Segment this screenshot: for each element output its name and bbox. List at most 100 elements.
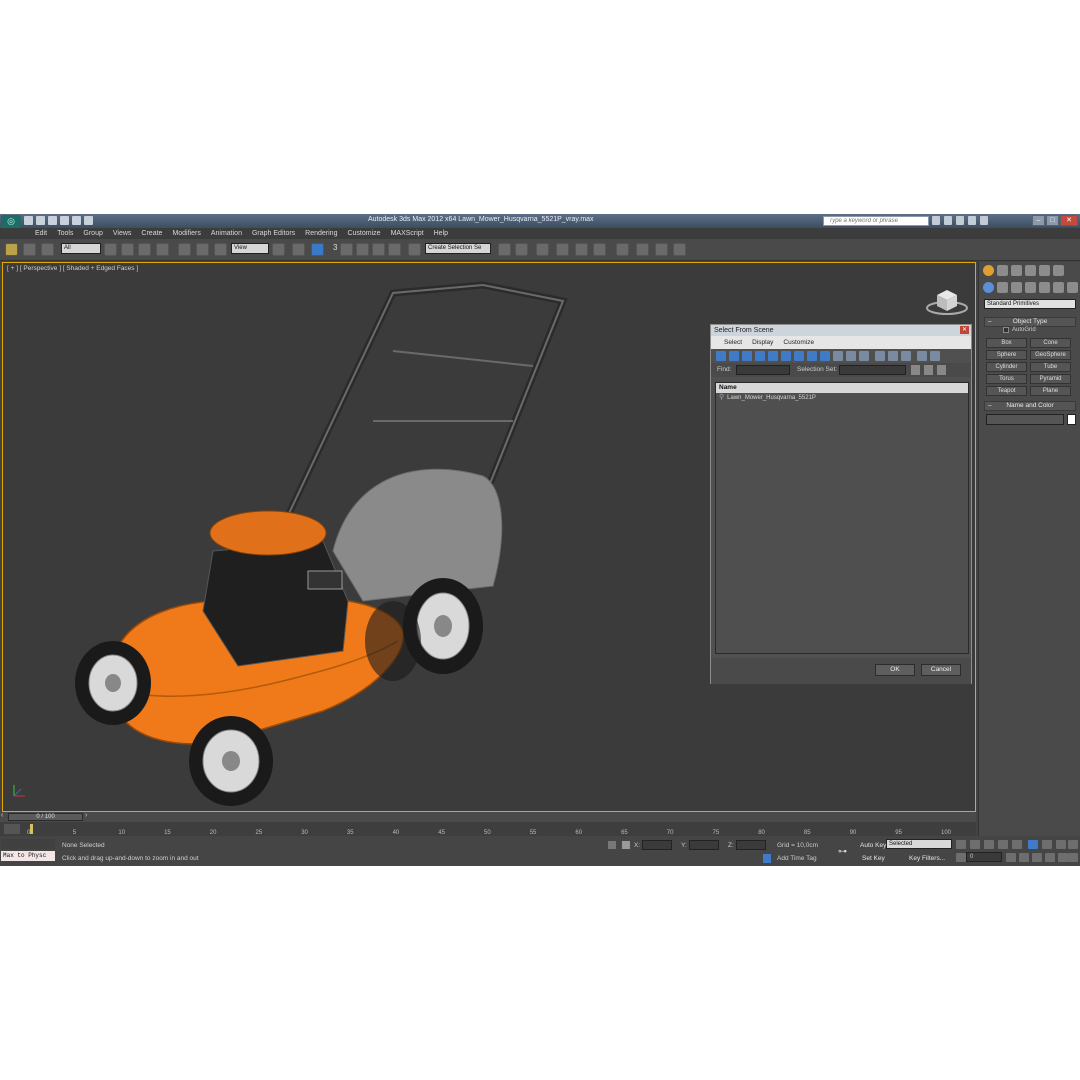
x-coordinate-field[interactable] — [642, 840, 672, 850]
object-color-swatch[interactable] — [1067, 414, 1076, 425]
reference-coordinate-dropdown[interactable]: View — [231, 243, 269, 254]
menu-help[interactable]: Help — [429, 228, 453, 239]
cameras-category-icon[interactable] — [1025, 282, 1036, 293]
key-filters-button[interactable]: Key Filters... — [909, 855, 945, 862]
cylinder-button[interactable]: Cylinder — [986, 362, 1027, 372]
time-config-icon[interactable] — [956, 853, 966, 862]
render-setup-icon[interactable] — [636, 243, 649, 256]
display-geometry-icon[interactable] — [716, 351, 726, 361]
redo-icon[interactable] — [72, 216, 81, 225]
display-shapes-icon[interactable] — [729, 351, 739, 361]
display-none-icon[interactable] — [846, 351, 856, 361]
maxscript-listener-top[interactable] — [1, 839, 55, 849]
search-input[interactable] — [824, 217, 928, 225]
open-file-icon[interactable] — [36, 216, 45, 225]
z-coordinate-field[interactable] — [736, 840, 766, 850]
pivot-center-icon[interactable] — [272, 243, 285, 256]
teapot-button[interactable]: Teapot — [986, 386, 1027, 396]
auto-key-button[interactable]: Auto Key — [860, 842, 886, 849]
binoculars-icon[interactable] — [932, 216, 940, 225]
previous-frame-icon[interactable] — [970, 840, 980, 849]
snaps-toggle-icon[interactable] — [340, 243, 353, 256]
dialog-close-icon[interactable]: ✕ — [960, 326, 969, 334]
search-box[interactable] — [823, 216, 929, 226]
lock-selection-icon[interactable] — [608, 841, 616, 849]
track-bar[interactable]: 0 5 10 15 20 25 30 35 40 45 50 55 60 65 70 75 80 85 90 95 10… — [0, 822, 976, 836]
dialog-menu-display[interactable]: Display — [747, 336, 778, 349]
select-none-icon[interactable] — [888, 351, 898, 361]
dialog-menu-customize[interactable]: Customize — [778, 336, 819, 349]
graphite-ribbon-icon[interactable] — [556, 243, 569, 256]
subscription-icon[interactable] — [944, 216, 952, 225]
display-space-warps-icon[interactable] — [781, 351, 791, 361]
rectangular-selection-icon[interactable] — [138, 243, 151, 256]
maxscript-mini-listener[interactable]: Max to Physc — [1, 851, 55, 861]
communication-icon[interactable] — [956, 216, 964, 225]
list-column-name[interactable]: Name — [716, 383, 968, 393]
primitive-category-dropdown[interactable]: Standard Primitives — [984, 299, 1076, 309]
cone-button[interactable]: Cone — [1030, 338, 1071, 348]
display-all-icon[interactable] — [833, 351, 843, 361]
menu-maxscript[interactable]: MAXScript — [386, 228, 429, 239]
close-button[interactable]: ✕ — [1060, 215, 1078, 226]
name-and-color-rollout[interactable]: – Name and Color — [984, 401, 1076, 411]
modify-tab-icon[interactable] — [997, 265, 1008, 276]
mirror-icon[interactable] — [498, 243, 511, 256]
window-crossing-icon[interactable] — [156, 243, 169, 256]
schematic-view-icon[interactable] — [593, 243, 606, 256]
key-selection-dropdown[interactable]: Selected — [886, 839, 952, 849]
geosphere-button[interactable]: GeoSphere — [1030, 350, 1071, 360]
play-icon[interactable] — [984, 840, 994, 849]
autogrid-box[interactable] — [1003, 327, 1009, 333]
menu-modifiers[interactable]: Modifiers — [167, 228, 205, 239]
helpers-category-icon[interactable] — [1039, 282, 1050, 293]
perspective-viewport[interactable]: [ + ] [ Perspective ] [ Shaded + Edged F… — [2, 262, 976, 812]
spinner-snap-icon[interactable] — [388, 243, 401, 256]
invert-display-icon[interactable] — [859, 351, 869, 361]
key-mode-toggle-icon[interactable] — [1028, 840, 1038, 849]
align-icon[interactable] — [515, 243, 528, 256]
object-name-input[interactable] — [986, 414, 1064, 425]
shapes-category-icon[interactable] — [997, 282, 1008, 293]
menu-views[interactable]: Views — [108, 228, 137, 239]
time-slider-thumb[interactable]: 0 / 100 — [8, 813, 83, 821]
minimize-button[interactable]: – — [1032, 215, 1045, 226]
maximize-button[interactable]: □ — [1046, 215, 1059, 226]
filter-icon[interactable] — [930, 351, 940, 361]
unlink-icon[interactable] — [23, 243, 36, 256]
zoom-extents-icon[interactable] — [1068, 840, 1078, 849]
select-object-icon[interactable] — [104, 243, 117, 256]
select-and-link-icon[interactable] — [5, 243, 18, 256]
display-lights-icon[interactable] — [742, 351, 752, 361]
time-slider[interactable]: ‹ 0 / 100 › — [0, 812, 976, 822]
selection-set-dropdown[interactable] — [839, 365, 906, 375]
box-button[interactable]: Box — [986, 338, 1027, 348]
pyramid-button[interactable]: Pyramid — [1030, 374, 1071, 384]
menu-edit[interactable]: Edit — [30, 228, 52, 239]
set-key-button[interactable]: Set Key — [862, 855, 885, 862]
display-helpers-icon[interactable] — [768, 351, 778, 361]
slider-prev-icon[interactable]: ‹ — [1, 812, 3, 819]
y-coordinate-field[interactable] — [689, 840, 719, 850]
material-editor-icon[interactable] — [616, 243, 629, 256]
new-file-icon[interactable] — [24, 216, 33, 225]
selection-set-option-c-icon[interactable] — [937, 365, 946, 375]
select-all-icon[interactable] — [875, 351, 885, 361]
curve-editor-icon[interactable] — [575, 243, 588, 256]
field-of-view-icon[interactable] — [1006, 853, 1016, 862]
layer-manager-icon[interactable] — [536, 243, 549, 256]
sphere-button[interactable]: Sphere — [986, 350, 1027, 360]
hierarchy-tab-icon[interactable] — [1011, 265, 1022, 276]
space-warps-category-icon[interactable] — [1053, 282, 1064, 293]
zoom-icon[interactable] — [1042, 840, 1052, 849]
move-icon[interactable] — [178, 243, 191, 256]
next-frame-icon[interactable] — [998, 840, 1008, 849]
orbit-icon[interactable] — [1032, 853, 1042, 862]
mini-curve-editor-icon[interactable] — [4, 824, 20, 834]
lights-category-icon[interactable] — [1011, 282, 1022, 293]
menu-rendering[interactable]: Rendering — [300, 228, 342, 239]
time-tag-icon[interactable] — [763, 854, 771, 863]
hand-pan-icon[interactable] — [1045, 853, 1055, 862]
pan-view-icon[interactable] — [1019, 853, 1029, 862]
menu-create[interactable]: Create — [136, 228, 167, 239]
